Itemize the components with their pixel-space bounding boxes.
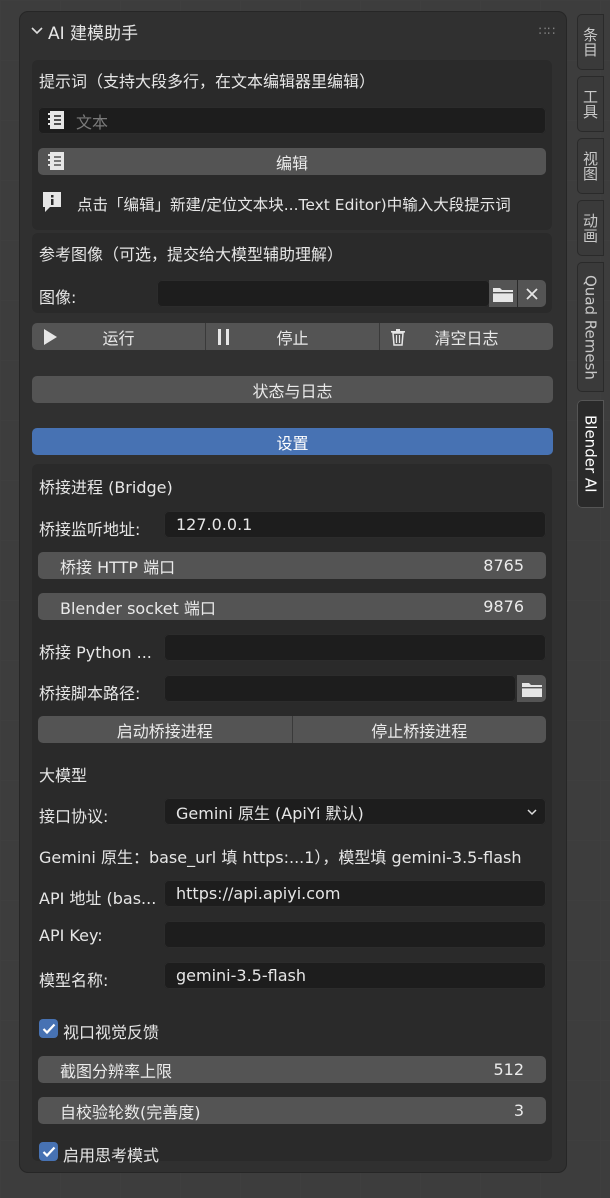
text-document-icon <box>48 111 64 129</box>
ai-modeling-panel: AI 建模助手 ∷∷ 提示词（支持大段多行，在文本编辑器里编辑） 文本 编辑 点… <box>20 12 566 1172</box>
self-check-rounds-value: 3 <box>513 1101 524 1120</box>
prompt-info-text: 点击「编辑」新建/定位文本块...Text Editor)中输入大段提示词 <box>77 196 511 214</box>
llm-hint-text: Gemini 原生：base_url 填 https:...1），模型填 gem… <box>39 848 522 867</box>
protocol-label: 接口协议: <box>39 807 109 826</box>
run-button[interactable]: 运行 <box>32 323 205 350</box>
bridge-python-field[interactable] <box>164 634 546 661</box>
run-button-label: 运行 <box>102 328 135 348</box>
pause-icon <box>218 329 229 345</box>
model-name-field[interactable]: gemini-3.5-flash <box>164 962 546 989</box>
checkmark-icon <box>42 1023 55 1034</box>
edit-button[interactable]: 编辑 <box>38 148 546 175</box>
text-document-icon <box>48 152 64 170</box>
panel-title: AI 建模助手 <box>48 23 139 44</box>
bridge-listen-field[interactable]: 127.0.0.1 <box>164 511 546 538</box>
api-url-field[interactable]: https://api.apiyi.com <box>164 880 546 907</box>
tab-quad-remesh[interactable]: Quad Remesh <box>577 262 604 392</box>
image-path-field[interactable] <box>157 280 490 307</box>
bridge-python-label: 桥接 Python ... <box>39 643 152 662</box>
chevron-down-icon <box>527 809 537 816</box>
checkmark-icon <box>42 1146 55 1157</box>
drag-handle-icon[interactable]: ∷∷ <box>539 24 556 38</box>
tab-animation[interactable]: 动画 <box>577 200 604 256</box>
stop-bridge-button[interactable]: 停止桥接进程 <box>291 716 546 743</box>
http-port-label: 桥接 HTTP 端口 <box>60 557 176 577</box>
socket-port-value: 9876 <box>483 597 524 616</box>
tab-item[interactable]: 条目 <box>577 14 604 70</box>
tab-blender-ai[interactable]: Blender AI <box>577 400 604 508</box>
thinking-mode-checkbox[interactable] <box>39 1142 58 1161</box>
play-icon <box>44 329 57 345</box>
action-buttons: 运行 停止 清空日志 <box>32 323 553 350</box>
prompt-section: 提示词（支持大段多行，在文本编辑器里编辑） 文本 编辑 点击「编辑」新建/定位文… <box>32 60 552 230</box>
socket-port-label: Blender socket 端口 <box>60 598 216 618</box>
thinking-mode-label: 启用思考模式 <box>63 1146 160 1165</box>
info-icon <box>43 192 61 212</box>
self-check-rounds-field[interactable]: 自校验轮数(完善度) 3 <box>38 1097 546 1124</box>
image-section-title: 参考图像（可选，提交给大模型辅助理解） <box>39 245 344 264</box>
folder-icon <box>493 287 513 302</box>
settings-button[interactable]: 设置 <box>32 428 553 455</box>
http-port-value: 8765 <box>483 556 524 575</box>
folder-icon <box>521 682 542 697</box>
http-port-field[interactable]: 桥接 HTTP 端口 8765 <box>38 552 546 579</box>
bridge-script-field[interactable] <box>164 675 516 702</box>
viewport-feedback-checkbox[interactable] <box>39 1019 58 1038</box>
socket-port-field[interactable]: Blender socket 端口 9876 <box>38 593 546 620</box>
api-key-field[interactable] <box>164 921 546 948</box>
stop-button[interactable]: 停止 <box>205 323 379 350</box>
api-url-label: API 地址 (bas... <box>39 889 157 908</box>
image-label: 图像: <box>39 288 77 307</box>
api-key-label: API Key: <box>39 926 103 945</box>
chevron-down-icon[interactable] <box>30 24 44 38</box>
status-log-button[interactable]: 状态与日志 <box>32 376 553 403</box>
screenshot-resolution-value: 512 <box>493 1060 524 1079</box>
llm-section-title: 大模型 <box>39 766 88 785</box>
stop-button-label: 停止 <box>276 328 309 348</box>
tab-tool[interactable]: 工具 <box>577 76 604 132</box>
prompt-section-title: 提示词（支持大段多行，在文本编辑器里编辑） <box>39 72 376 91</box>
viewport-feedback-label: 视口视觉反馈 <box>63 1023 160 1042</box>
tab-view[interactable]: 视图 <box>577 138 604 194</box>
clear-log-button-label: 清空日志 <box>434 328 499 348</box>
bridge-listen-label: 桥接监听地址: <box>39 520 141 539</box>
start-bridge-button[interactable]: 启动桥接进程 <box>38 716 292 743</box>
screenshot-resolution-label: 截图分辨率上限 <box>60 1061 173 1081</box>
screenshot-resolution-field[interactable]: 截图分辨率上限 512 <box>38 1056 546 1083</box>
prompt-text-field[interactable]: 文本 <box>38 107 546 134</box>
browse-image-button[interactable] <box>489 280 517 307</box>
prompt-text-placeholder: 文本 <box>76 112 109 132</box>
clear-log-button[interactable]: 清空日志 <box>379 323 553 350</box>
close-icon <box>526 287 538 300</box>
edit-button-label: 编辑 <box>275 153 308 173</box>
panel-header[interactable]: AI 建模助手 ∷∷ <box>30 18 556 44</box>
trash-icon <box>391 329 405 346</box>
bridge-section-title: 桥接进程 (Bridge) <box>39 478 173 497</box>
settings-section: 桥接进程 (Bridge) 桥接监听地址: 127.0.0.1 桥接 HTTP … <box>32 464 552 1165</box>
image-section: 参考图像（可选，提交给大模型辅助理解） 图像: <box>32 233 552 313</box>
model-label: 模型名称: <box>39 971 109 990</box>
bridge-script-label: 桥接脚本路径: <box>39 684 141 703</box>
clear-image-button[interactable] <box>518 280 546 307</box>
browse-script-button[interactable] <box>517 675 546 702</box>
self-check-rounds-label: 自校验轮数(完善度) <box>60 1102 201 1122</box>
bridge-control-buttons: 启动桥接进程 停止桥接进程 <box>38 716 546 743</box>
protocol-select[interactable]: Gemini 原生 (ApiYi 默认) <box>164 798 546 825</box>
